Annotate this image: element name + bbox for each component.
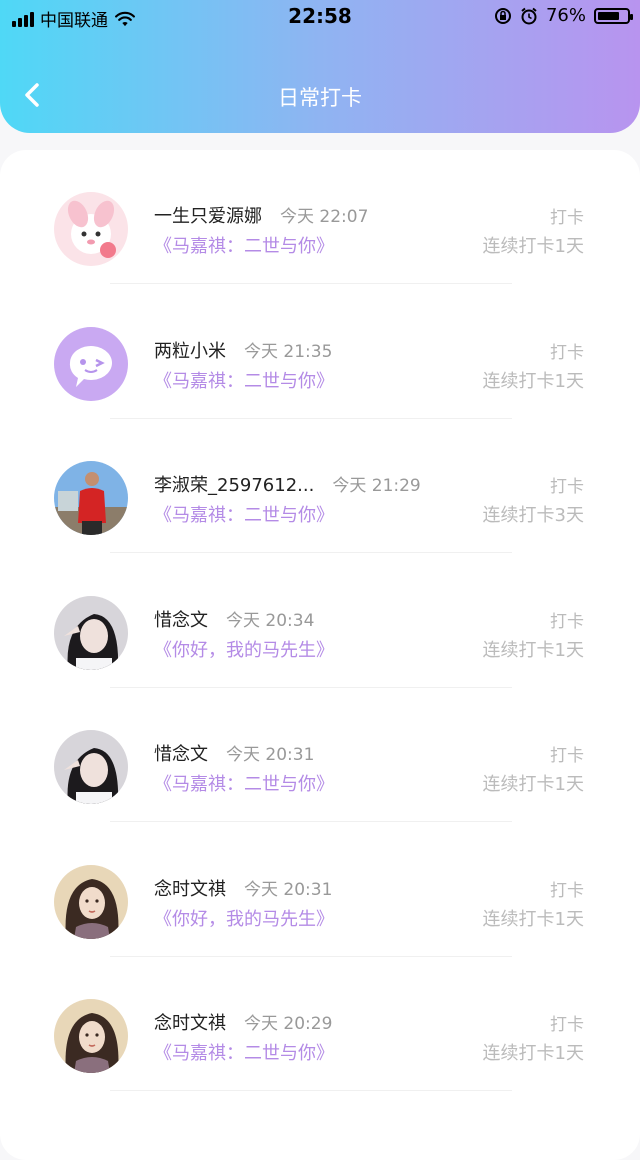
avatar[interactable] (54, 595, 128, 670)
checkin-row[interactable]: 惜念文 今天 20:31 《马嘉祺：二世与你》 打卡 连续打卡1天 (0, 688, 640, 822)
checkin-time: 今天 20:29 (244, 1014, 333, 1034)
book-title[interactable]: 《你好，我的马先生》 (154, 905, 334, 931)
book-title[interactable]: 《马嘉祺：二世与你》 (154, 770, 334, 796)
battery-fill (598, 11, 620, 20)
name-line: 一生只爱源娜 今天 22:07 (154, 202, 368, 228)
checkin-time: 今天 20:34 (226, 610, 315, 631)
user-name[interactable]: 惜念文 (154, 606, 208, 632)
checkin-label: 打卡 (550, 1015, 584, 1035)
user-name[interactable]: 念时文祺 (154, 875, 226, 901)
user-name[interactable]: 李淑荣_2597612... (154, 471, 314, 497)
book-title[interactable]: 《马嘉祺：二世与你》 (154, 232, 334, 258)
name-line: 念时文祺 今天 20:31 (154, 875, 332, 901)
checkin-label: 打卡 (550, 880, 584, 901)
book-title[interactable]: 《你好，我的马先生》 (154, 636, 334, 662)
nav-bar: 日常打卡 (0, 60, 640, 132)
avatar[interactable] (54, 461, 128, 535)
sheep-avatar-icon (54, 192, 128, 266)
divider (110, 1090, 512, 1091)
checkin-row[interactable]: 念时文祺 今天 20:29 《马嘉祺：二世与你》 打卡 连续打卡1天 (0, 957, 640, 1091)
checkin-row[interactable]: 李淑荣_2597612... 今天 21:29 《马嘉祺：二世与你》 打卡 连续… (0, 419, 640, 553)
girl-photo-avatar-icon (54, 595, 128, 670)
checkin-row[interactable]: 一生只爱源娜 今天 22:07 《马嘉祺：二世与你》 打卡 连续打卡1天 (0, 150, 640, 284)
checkin-time: 今天 21:35 (244, 341, 333, 362)
checkin-list: 一生只爱源娜 今天 22:07 《马嘉祺：二世与你》 打卡 连续打卡1天 两粒小… (0, 150, 640, 1160)
header: 中国联通 22:58 76% 日常打卡 (0, 0, 640, 133)
illustration-avatar-icon (54, 999, 128, 1073)
alarm-icon (521, 7, 537, 24)
girl-photo-avatar-icon (54, 730, 128, 804)
checkin-row[interactable]: 两粒小米 今天 21:35 《马嘉祺：二世与你》 打卡 连续打卡1天 (0, 285, 640, 419)
name-line: 两粒小米 今天 21:35 (154, 337, 332, 363)
checkin-label: 打卡 (550, 746, 584, 766)
checkin-time: 今天 20:31 (244, 879, 333, 900)
streak-label: 连续打卡3天 (482, 505, 584, 526)
checkin-time: 今天 21:29 (332, 476, 421, 496)
book-title[interactable]: 《马嘉祺：二世与你》 (154, 1039, 334, 1065)
streak-label: 连续打卡1天 (482, 236, 584, 257)
checkin-time: 今天 20:31 (226, 745, 315, 765)
book-title[interactable]: 《马嘉祺：二世与你》 (154, 501, 334, 527)
illustration-avatar-icon (54, 864, 128, 939)
checkin-time: 今天 22:07 (280, 207, 369, 227)
battery-percent: 76% (545, 5, 586, 26)
avatar[interactable] (54, 864, 128, 939)
checkin-label: 打卡 (550, 611, 584, 632)
avatar[interactable] (54, 192, 128, 266)
checkin-label: 打卡 (550, 208, 584, 228)
status-bar: 中国联通 22:58 76% (0, 0, 640, 34)
page-title: 日常打卡 (278, 86, 362, 110)
checkin-label: 打卡 (550, 342, 584, 363)
rotation-lock-icon (494, 7, 511, 24)
chat-bubble-avatar-icon (54, 326, 128, 401)
avatar[interactable] (54, 999, 128, 1073)
avatar[interactable] (54, 730, 128, 804)
user-name[interactable]: 惜念文 (154, 740, 208, 766)
person-photo-avatar-icon (54, 461, 128, 535)
name-line: 惜念文 今天 20:31 (154, 740, 314, 766)
streak-label: 连续打卡1天 (482, 370, 584, 392)
checkin-row[interactable]: 惜念文 今天 20:34 《你好，我的马先生》 打卡 连续打卡1天 (0, 554, 640, 688)
user-name[interactable]: 两粒小米 (154, 337, 226, 363)
checkin-label: 打卡 (550, 477, 584, 497)
streak-label: 连续打卡1天 (482, 774, 584, 795)
book-title[interactable]: 《马嘉祺：二世与你》 (154, 367, 334, 393)
avatar[interactable] (54, 326, 128, 401)
status-right: 76% (494, 5, 633, 26)
name-line: 李淑荣_2597612... 今天 21:29 (154, 471, 421, 497)
checkin-row[interactable]: 念时文祺 今天 20:31 《你好，我的马先生》 打卡 连续打卡1天 (0, 823, 640, 957)
streak-label: 连续打卡1天 (482, 639, 584, 661)
streak-label: 连续打卡1天 (482, 1043, 584, 1064)
user-name[interactable]: 一生只爱源娜 (154, 202, 262, 228)
user-name[interactable]: 念时文祺 (154, 1009, 226, 1035)
name-line: 念时文祺 今天 20:29 (154, 1009, 332, 1035)
battery-icon (594, 7, 633, 24)
streak-label: 连续打卡1天 (482, 908, 584, 930)
name-line: 惜念文 今天 20:34 (154, 606, 314, 632)
